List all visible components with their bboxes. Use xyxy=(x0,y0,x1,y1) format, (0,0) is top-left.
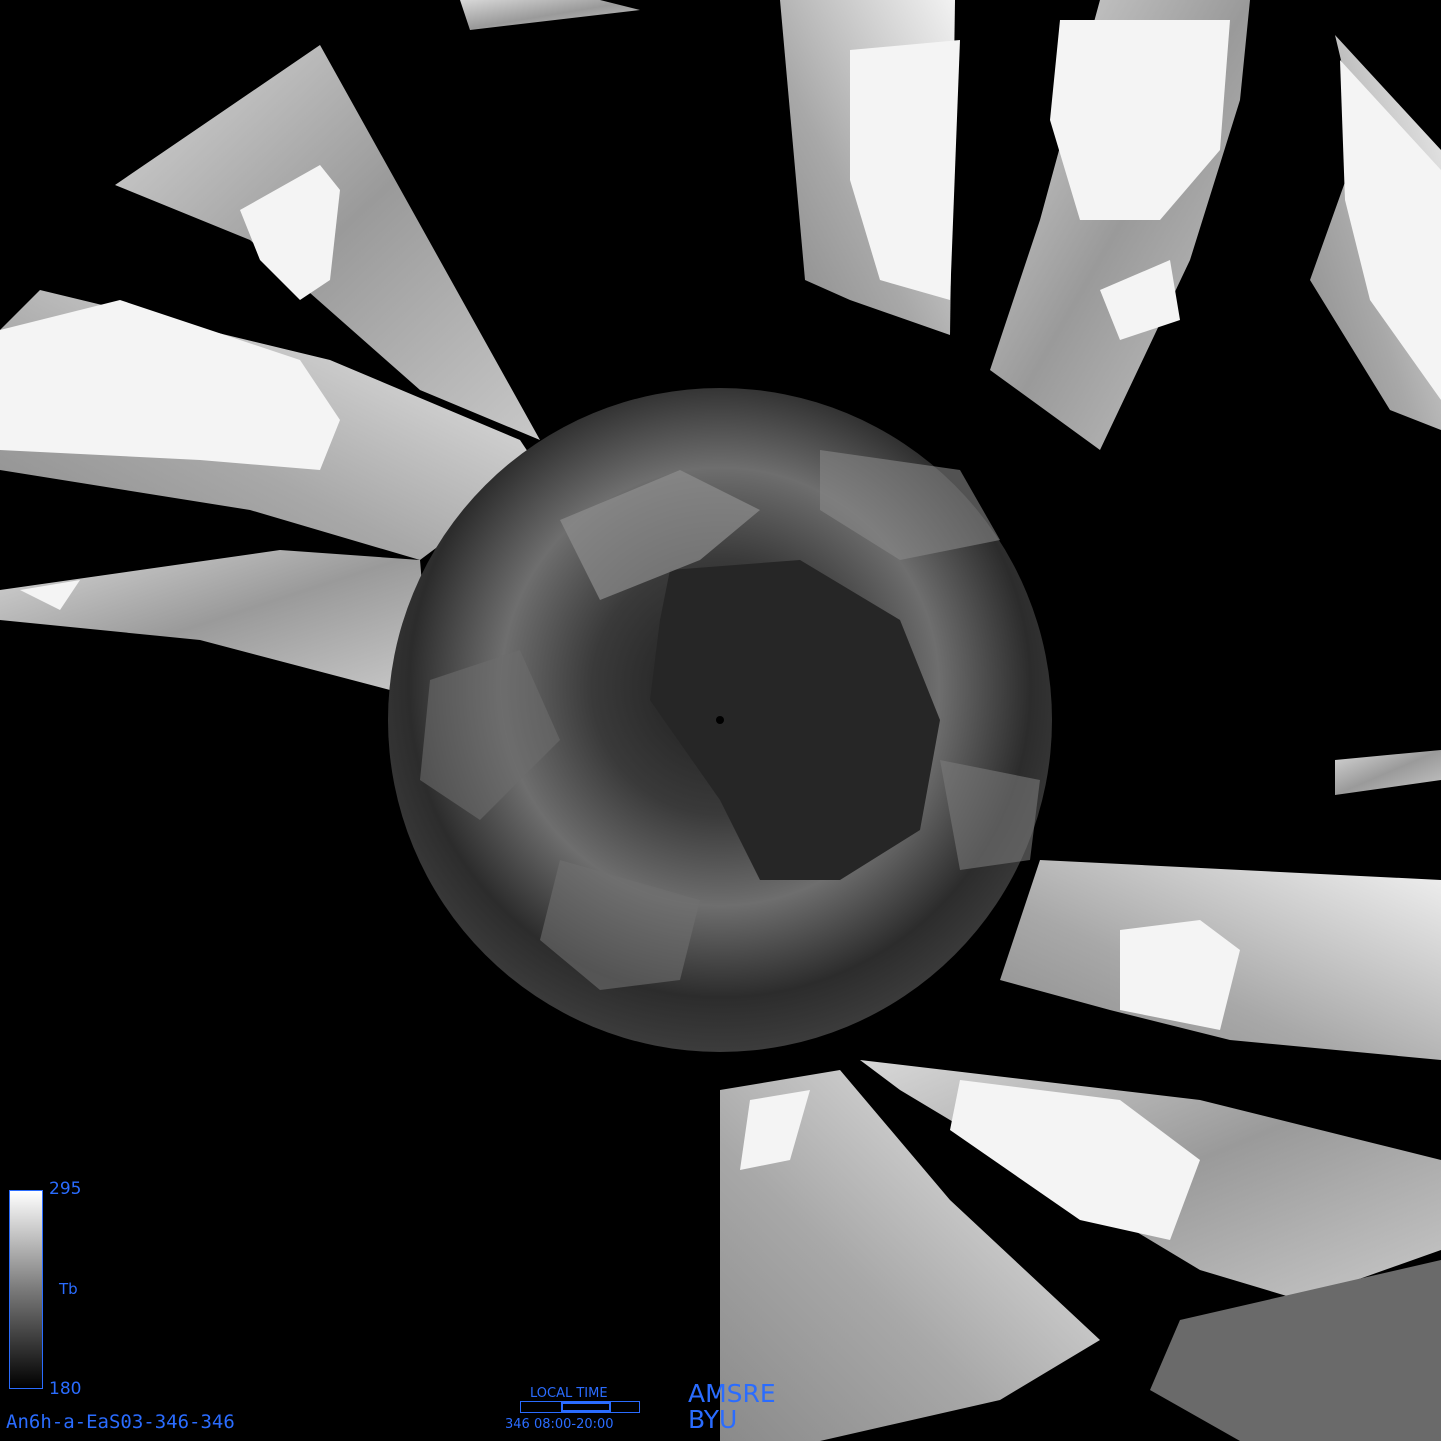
pole-marker xyxy=(716,716,724,724)
local-time-bar xyxy=(520,1401,640,1413)
land-patch xyxy=(0,300,340,470)
product-id-label: An6h-a-EaS03-346-346 xyxy=(6,1411,235,1433)
local-time-range: 346 08:00-20:00 xyxy=(505,1417,614,1432)
local-time-range-indicator xyxy=(561,1402,611,1412)
colorbar-variable-label: Tb xyxy=(59,1280,78,1298)
organization-label: BYU xyxy=(688,1405,738,1434)
swath-strip xyxy=(0,550,430,690)
colorbar xyxy=(9,1190,43,1389)
sensor-label: AMSRE xyxy=(688,1379,776,1408)
colorbar-max-label: 295 xyxy=(49,1179,82,1199)
colorbar-min-label: 180 xyxy=(49,1379,82,1399)
land-patch xyxy=(1120,920,1240,1030)
polar-brightness-temperature-map xyxy=(0,0,1441,1441)
swath-strip xyxy=(460,0,640,30)
local-time-title: LOCAL TIME xyxy=(530,1386,608,1401)
swath-strip xyxy=(1335,750,1441,795)
